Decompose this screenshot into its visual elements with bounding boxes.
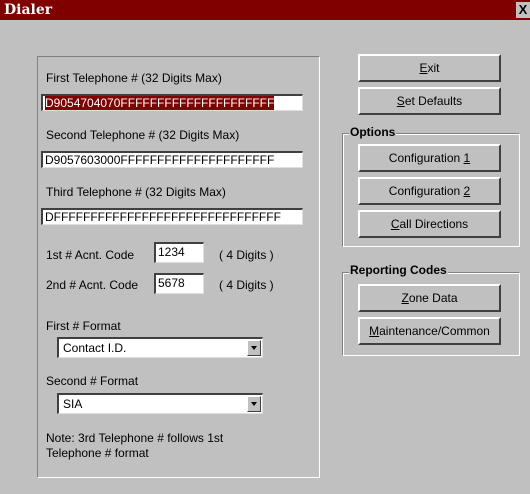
- first-account-code-field[interactable]: 1234: [154, 242, 204, 263]
- reporting-codes-group-title: Reporting Codes: [349, 263, 448, 277]
- second-telephone-field[interactable]: D9057603000FFFFFFFFFFFFFFFFFFFFF: [41, 151, 303, 168]
- call-directions-button-post: all Directions: [399, 217, 469, 231]
- first-telephone-field[interactable]: D9054704070FFFFFFFFFFFFFFFFFFFFF: [41, 94, 303, 111]
- maintenance-common-button[interactable]: Maintenance/Common: [358, 317, 501, 345]
- close-icon[interactable]: X: [516, 2, 530, 18]
- configuration-2-button-pre: Configuration: [388, 184, 464, 198]
- configuration-2-button-accel: 2: [463, 184, 471, 198]
- exit-button[interactable]: Exit: [358, 54, 501, 82]
- second-account-code-label: 2nd # Acnt. Code: [46, 278, 139, 292]
- first-format-label: First # Format: [46, 319, 121, 333]
- set-defaults-button-accel: S: [396, 94, 405, 108]
- chevron-down-icon[interactable]: [247, 396, 261, 412]
- exit-button-post: xit: [427, 61, 440, 75]
- configuration-2-button[interactable]: Configuration 2: [358, 177, 501, 205]
- second-account-code-value: 5678: [158, 276, 185, 290]
- first-account-code-label: 1st # Acnt. Code: [46, 248, 135, 262]
- first-format-value: Contact I.D.: [63, 341, 127, 355]
- window-title: Dialer: [4, 2, 53, 18]
- set-defaults-button-post: et Defaults: [404, 94, 463, 108]
- note-line-2: Telephone # format: [46, 446, 149, 460]
- call-directions-button[interactable]: Call Directions: [358, 210, 501, 238]
- zone-data-button-post: one Data: [408, 291, 458, 305]
- first-account-code-value: 1234: [158, 245, 185, 259]
- configuration-1-button[interactable]: Configuration 1: [358, 144, 501, 172]
- maintenance-common-button-accel: M: [369, 324, 380, 338]
- note-line-1: Note: 3rd Telephone # follows 1st: [46, 431, 224, 445]
- third-telephone-value: DFFFFFFFFFFFFFFFFFFFFFFFFFFFFFFF: [45, 210, 281, 224]
- first-format-select[interactable]: Contact I.D.: [57, 337, 263, 358]
- chevron-down-icon[interactable]: [247, 340, 261, 356]
- first-account-code-hint: ( 4 Digits ): [219, 248, 274, 262]
- configuration-1-button-pre: Configuration: [388, 151, 464, 165]
- zone-data-button[interactable]: Zone Data: [358, 284, 501, 312]
- second-format-value: SIA: [63, 397, 83, 411]
- third-telephone-label: Third Telephone # (32 Digits Max): [46, 185, 226, 199]
- exit-button-accel: E: [419, 61, 428, 75]
- second-telephone-value: D9057603000FFFFFFFFFFFFFFFFFFFFF: [45, 153, 275, 167]
- zone-data-button-accel: Z: [401, 291, 409, 305]
- configuration-1-button-accel: 1: [463, 151, 471, 165]
- options-group-title: Options: [349, 125, 397, 139]
- first-telephone-label: First Telephone # (32 Digits Max): [46, 71, 222, 85]
- dialer-panel: [37, 56, 320, 478]
- title-bar: Dialer X: [0, 0, 530, 20]
- second-format-select[interactable]: SIA: [57, 393, 263, 414]
- first-telephone-value: D9054704070FFFFFFFFFFFFFFFFFFFFF: [45, 96, 275, 110]
- second-format-label: Second # Format: [46, 374, 139, 388]
- second-account-code-hint: ( 4 Digits ): [219, 278, 274, 292]
- maintenance-common-button-post: aintenance/Common: [379, 324, 490, 338]
- third-telephone-field[interactable]: DFFFFFFFFFFFFFFFFFFFFFFFFFFFFFFF: [41, 208, 303, 225]
- set-defaults-button[interactable]: Set Defaults: [358, 87, 501, 115]
- second-account-code-field[interactable]: 5678: [154, 273, 204, 294]
- second-telephone-label: Second Telephone # (32 Digits Max): [46, 128, 240, 142]
